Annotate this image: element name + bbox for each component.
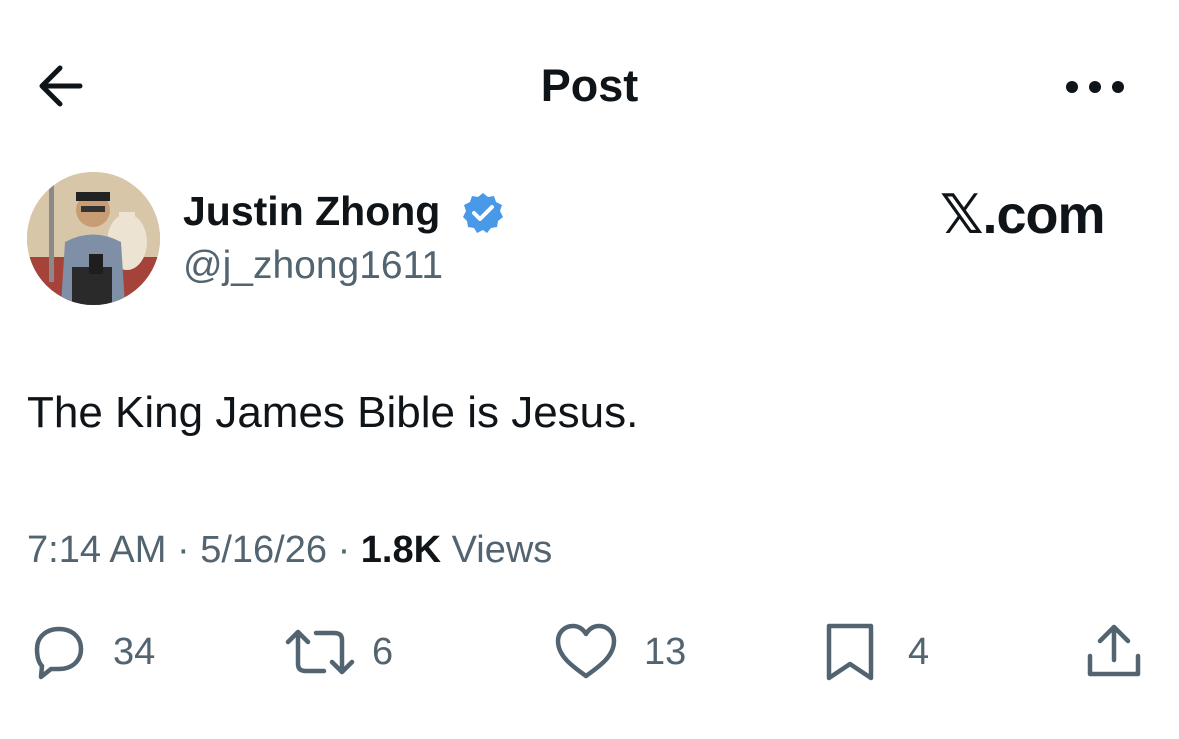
brand-watermark: 𝕏.com <box>940 184 1106 246</box>
share-icon <box>1087 624 1141 677</box>
author-display-name[interactable]: Justin Zhong <box>183 186 440 236</box>
page-title: Post <box>540 60 639 111</box>
meta-separator: · <box>337 529 351 571</box>
post-meta: 7:14 AM · 5/16/26 · 1.8K Views <box>27 525 552 575</box>
repost-icon <box>285 629 355 675</box>
reply-button[interactable]: 34 <box>27 620 155 684</box>
reply-icon <box>34 626 84 680</box>
post-time[interactable]: 7:14 AM <box>27 529 166 571</box>
views-label: Views <box>451 529 553 571</box>
avatar[interactable] <box>27 172 160 305</box>
like-button[interactable]: 13 <box>552 620 686 684</box>
meta-separator: · <box>176 529 190 571</box>
post-text: The King James Bible is Jesus. <box>27 388 639 437</box>
bookmark-count: 4 <box>908 631 930 673</box>
verified-badge-icon <box>461 191 505 235</box>
repost-button[interactable]: 6 <box>282 620 393 684</box>
reply-count: 34 <box>113 631 156 673</box>
repost-count: 6 <box>372 631 394 673</box>
more-options-button[interactable] <box>1060 62 1130 112</box>
bookmark-icon <box>826 623 874 681</box>
like-icon <box>555 623 617 679</box>
more-dots-icon <box>1066 81 1124 93</box>
bookmark-button[interactable]: 4 <box>822 620 929 684</box>
avatar-photo <box>27 172 160 305</box>
like-count: 13 <box>644 631 687 673</box>
brand-text: .com <box>982 185 1106 245</box>
author-handle[interactable]: @j_zhong1611 <box>183 242 443 290</box>
post-date[interactable]: 5/16/26 <box>200 529 327 571</box>
share-button[interactable] <box>1084 620 1144 684</box>
x-logo-icon: 𝕏 <box>940 185 984 245</box>
views-count: 1.8K <box>360 529 442 571</box>
